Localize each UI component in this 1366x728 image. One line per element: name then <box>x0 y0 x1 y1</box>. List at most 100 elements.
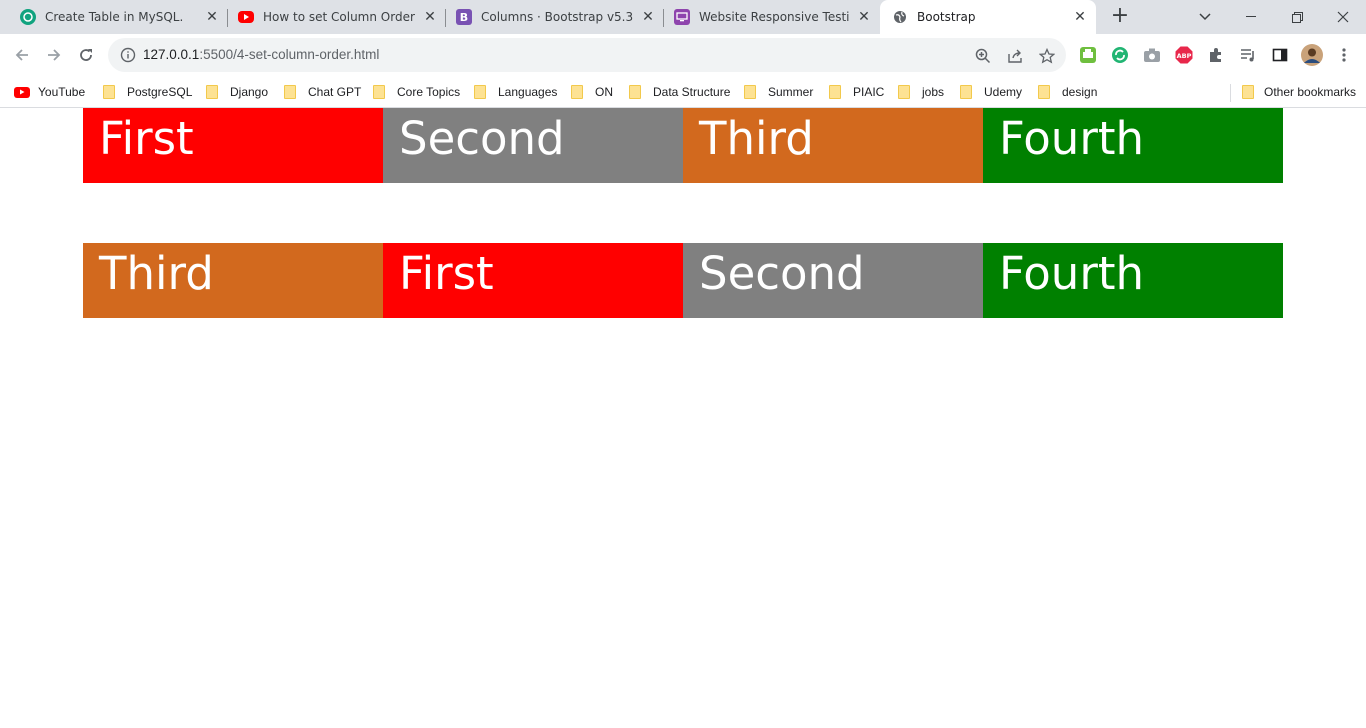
tab-bootstrap-active[interactable]: Bootstrap ✕ <box>880 0 1096 34</box>
folder-icon <box>898 85 910 99</box>
minimize-icon[interactable] <box>1228 0 1274 34</box>
tab-responsive-testing[interactable]: Website Responsive Testing Tool ✕ <box>664 0 880 34</box>
column-second: Second <box>383 108 683 183</box>
bookmark-label: design <box>1062 85 1098 99</box>
bookmark-label: PIAIC <box>853 85 885 99</box>
responsive-tester-icon <box>674 9 690 25</box>
tab-title: How to set Column Order in Bootstrap <box>263 10 416 24</box>
bookmark-youtube[interactable]: YouTube <box>14 83 85 101</box>
share-icon[interactable] <box>1006 47 1024 65</box>
address-bar[interactable]: 127.0.0.1:5500/4-set-column-order.html <box>108 38 1066 72</box>
profile-avatar[interactable] <box>1300 43 1324 67</box>
folder-icon <box>1038 85 1050 99</box>
folder-icon <box>571 85 583 99</box>
restore-icon[interactable] <box>1274 0 1320 34</box>
bookmark-folder-django[interactable]: Django <box>206 83 268 101</box>
tab-title: Website Responsive Testing Tool <box>699 10 850 24</box>
tab-column-order-video[interactable]: How to set Column Order in Bootstrap ✕ <box>228 0 446 34</box>
column-fourth: Fourth <box>983 243 1283 318</box>
column-third: Third <box>83 243 383 318</box>
bookmark-folder-languages[interactable]: Languages <box>474 83 557 101</box>
close-tab-icon[interactable]: ✕ <box>856 9 872 25</box>
tab-title: Bootstrap <box>917 10 976 24</box>
bookmark-label: YouTube <box>38 85 86 99</box>
close-tab-icon[interactable]: ✕ <box>204 9 220 25</box>
folder-icon <box>206 85 218 99</box>
chatgpt-icon <box>20 9 36 25</box>
bookmarks-bar: YouTube PostgreSQL Django Chat GPT Core … <box>0 76 1366 108</box>
media-queue-icon[interactable] <box>1238 45 1258 65</box>
youtube-icon <box>238 11 254 23</box>
tab-title: Create Table in MySQL. <box>45 10 184 24</box>
adblock-plus-icon[interactable]: ABP <box>1174 45 1194 65</box>
tab-bootstrap-columns[interactable]: B Columns · Bootstrap v5.3 ✕ <box>446 0 664 34</box>
bookmark-label: jobs <box>922 85 945 99</box>
tab-search-chevron-icon[interactable] <box>1182 0 1228 34</box>
bookmark-folder-core-topics[interactable]: Core Topics <box>373 83 460 101</box>
tab-strip: Create Table in MySQL. ✕ How to set Colu… <box>0 0 1366 34</box>
site-info-icon[interactable] <box>120 47 136 63</box>
folder-icon <box>629 85 641 99</box>
bookmark-folder-data-structure[interactable]: Data Structure <box>629 83 730 101</box>
folder-icon <box>474 85 486 99</box>
bookmark-folder-on[interactable]: ON <box>571 83 613 101</box>
bookmark-folder-jobs[interactable]: jobs <box>898 83 944 101</box>
side-panel-icon[interactable] <box>1270 45 1290 65</box>
address-url[interactable]: 127.0.0.1:5500/4-set-column-order.html <box>143 47 379 62</box>
tab-create-table-mysql[interactable]: Create Table in MySQL. ✕ <box>0 0 228 34</box>
bookmark-folder-summer[interactable]: Summer <box>744 83 813 101</box>
folder-icon <box>103 85 115 99</box>
sync-extension-icon[interactable] <box>1110 45 1130 65</box>
folder-icon <box>284 85 296 99</box>
bookmark-label: ON <box>595 85 613 99</box>
url-path: :5500/4-set-column-order.html <box>199 47 380 62</box>
bookmarks-divider <box>1230 84 1231 102</box>
bookmark-folder-other-bookmarks[interactable]: Other bookmarks <box>1242 83 1356 101</box>
browser-toolbar: 127.0.0.1:5500/4-set-column-order.html A… <box>0 34 1366 76</box>
globe-icon <box>892 9 908 25</box>
column-third: Third <box>683 108 983 183</box>
bookmark-folder-piaic[interactable]: PIAIC <box>829 83 884 101</box>
folder-icon <box>960 85 972 99</box>
bookmark-folder-udemy[interactable]: Udemy <box>960 83 1022 101</box>
reload-icon[interactable] <box>74 43 98 67</box>
column-fourth: Fourth <box>983 108 1283 183</box>
youtube-icon <box>14 86 30 98</box>
close-tab-icon[interactable]: ✕ <box>1072 9 1088 25</box>
more-menu-icon[interactable] <box>1334 45 1354 65</box>
new-tab-icon[interactable]: + <box>1108 5 1132 29</box>
column-first: First <box>83 108 383 183</box>
folder-icon <box>744 85 756 99</box>
back-arrow-icon[interactable] <box>10 43 34 67</box>
column-row-default: First Second Third Fourth <box>83 108 1283 183</box>
bookmark-label: Chat GPT <box>308 85 362 99</box>
folder-icon <box>373 85 385 99</box>
bookmark-label: Other bookmarks <box>1264 85 1357 99</box>
print-extension-icon[interactable] <box>1078 45 1098 65</box>
close-tab-icon[interactable]: ✕ <box>422 9 438 25</box>
bookmark-label: Languages <box>498 85 558 99</box>
bookmark-label: Summer <box>768 85 814 99</box>
bookmark-folder-design[interactable]: design <box>1038 83 1097 101</box>
column-row-reordered: Third First Second Fourth <box>83 243 1283 318</box>
bookmark-label: PostgreSQL <box>127 85 193 99</box>
zoom-icon[interactable] <box>974 47 992 65</box>
bookmark-folder-postgresql[interactable]: PostgreSQL <box>103 83 192 101</box>
column-first: First <box>383 243 683 318</box>
bookmark-label: Data Structure <box>653 85 731 99</box>
column-second: Second <box>683 243 983 318</box>
folder-icon <box>829 85 841 99</box>
page-viewport: First Second Third Fourth Third First Se… <box>0 108 1366 728</box>
bookmark-folder-chat-gpt[interactable]: Chat GPT <box>284 83 361 101</box>
url-host: 127.0.0.1 <box>143 47 200 62</box>
bookmark-label: Core Topics <box>397 85 461 99</box>
forward-arrow-icon[interactable] <box>42 43 66 67</box>
bookmark-label: Udemy <box>984 85 1023 99</box>
close-tab-icon[interactable]: ✕ <box>640 9 656 25</box>
folder-icon <box>1242 85 1254 99</box>
extensions-puzzle-icon[interactable] <box>1206 45 1226 65</box>
svg-text:ABP: ABP <box>1177 52 1192 60</box>
close-window-icon[interactable] <box>1320 0 1366 34</box>
bookmark-star-icon[interactable] <box>1038 47 1056 65</box>
camera-extension-icon[interactable] <box>1142 45 1162 65</box>
